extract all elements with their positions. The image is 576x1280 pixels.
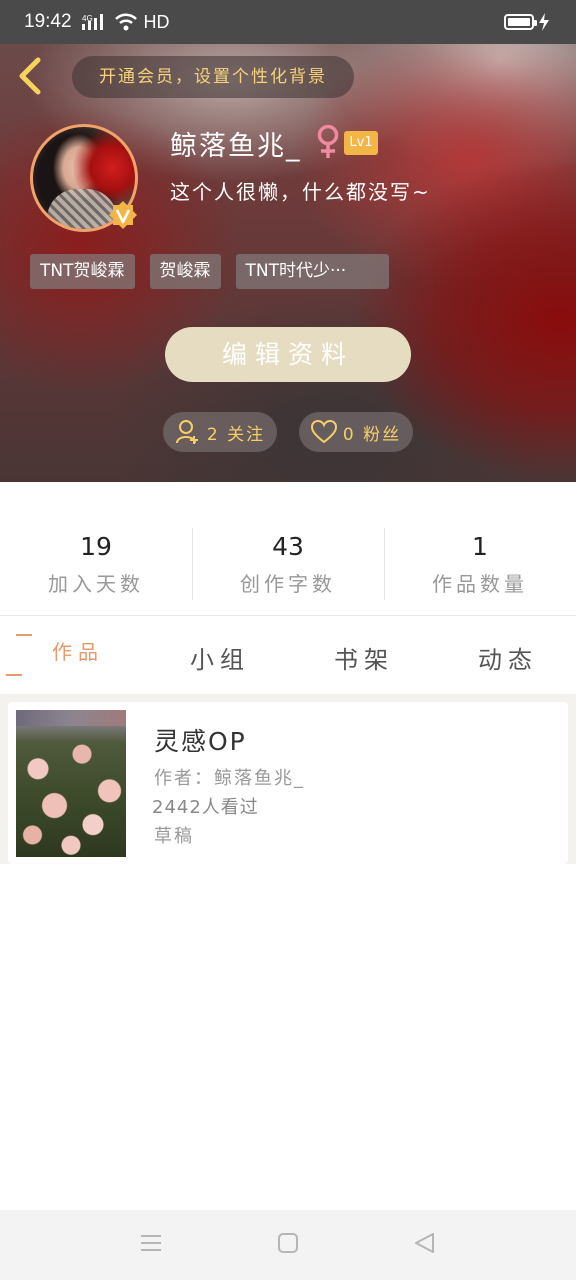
followers-button[interactable]: 0 粉丝 — [299, 412, 413, 452]
tab-works[interactable]: 作品 — [52, 636, 104, 665]
work-cover-image[interactable] — [16, 710, 126, 857]
verified-icon — [109, 201, 137, 229]
profile-page: 19:42 4G HD 开通会员，设置个性化背景 鲸落鱼兆_ Lv1 这个人很懒… — [0, 0, 576, 1280]
username: 鲸落鱼兆_ — [170, 131, 302, 162]
edit-profile-button[interactable]: 编辑资料 — [165, 327, 411, 382]
stat-works-count: 1 作品数量 — [384, 482, 576, 615]
status-icons: 4G HD — [81, 11, 170, 33]
work-views: 2442人看过 — [152, 797, 259, 818]
following-count: 2 关注 — [206, 424, 266, 445]
stat-label: 加入天数 — [48, 572, 144, 596]
stat-value: 19 — [80, 532, 112, 561]
menu-icon[interactable] — [140, 1232, 162, 1254]
level-badge: Lv1 — [344, 131, 378, 155]
hd-label: HD — [143, 11, 170, 32]
tab-bookshelf[interactable]: 书架 — [334, 640, 394, 675]
home-icon[interactable] — [277, 1232, 299, 1254]
stat-label: 创作字数 — [240, 572, 336, 596]
status-time: 19:42 — [24, 11, 72, 32]
back-icon[interactable] — [14, 56, 46, 96]
tag-list: TNT贺峻霖 贺峻霖 TNT时代少··· — [30, 254, 389, 289]
work-author: 作者：鲸落鱼兆_ — [154, 768, 305, 789]
work-status: 草稿 — [154, 826, 194, 847]
tab-indicator — [6, 674, 22, 676]
back-triangle-icon[interactable] — [413, 1232, 435, 1254]
system-nav-bar — [0, 1210, 576, 1280]
following-button[interactable]: 2 关注 — [163, 412, 277, 452]
vip-background-button[interactable]: 开通会员，设置个性化背景 — [72, 56, 354, 98]
tag-item[interactable]: TNT时代少··· — [235, 254, 389, 289]
tag-item[interactable]: 贺峻霖 — [149, 254, 221, 289]
add-user-icon — [175, 420, 198, 444]
female-icon — [317, 124, 339, 158]
heart-icon — [310, 420, 337, 444]
followers-count: 0 粉丝 — [342, 424, 402, 445]
svg-text:4G: 4G — [82, 14, 93, 23]
tab-group[interactable]: 小组 — [190, 640, 250, 675]
profile-tabs: 作品 小组 书架 动态 — [0, 616, 576, 694]
stat-word-count: 43 创作字数 — [192, 482, 384, 615]
stat-value: 1 — [472, 532, 488, 561]
battery-icon — [504, 13, 550, 31]
stat-value: 43 — [272, 532, 304, 561]
stats-row: 19 加入天数 43 创作字数 1 作品数量 — [0, 482, 576, 616]
tab-indicator — [16, 634, 32, 636]
stat-label: 作品数量 — [432, 572, 528, 596]
status-bar: 19:42 4G HD — [0, 0, 576, 44]
tab-feed[interactable]: 动态 — [478, 640, 538, 675]
signal-icon: 4G — [81, 14, 103, 30]
bio-text: 这个人很懒，什么都没写~ — [170, 180, 431, 204]
tag-item[interactable]: TNT贺峻霖 — [30, 254, 135, 289]
stat-join-days: 19 加入天数 — [0, 482, 192, 615]
work-title[interactable]: 灵感OP — [154, 722, 247, 758]
wifi-icon — [114, 13, 137, 31]
